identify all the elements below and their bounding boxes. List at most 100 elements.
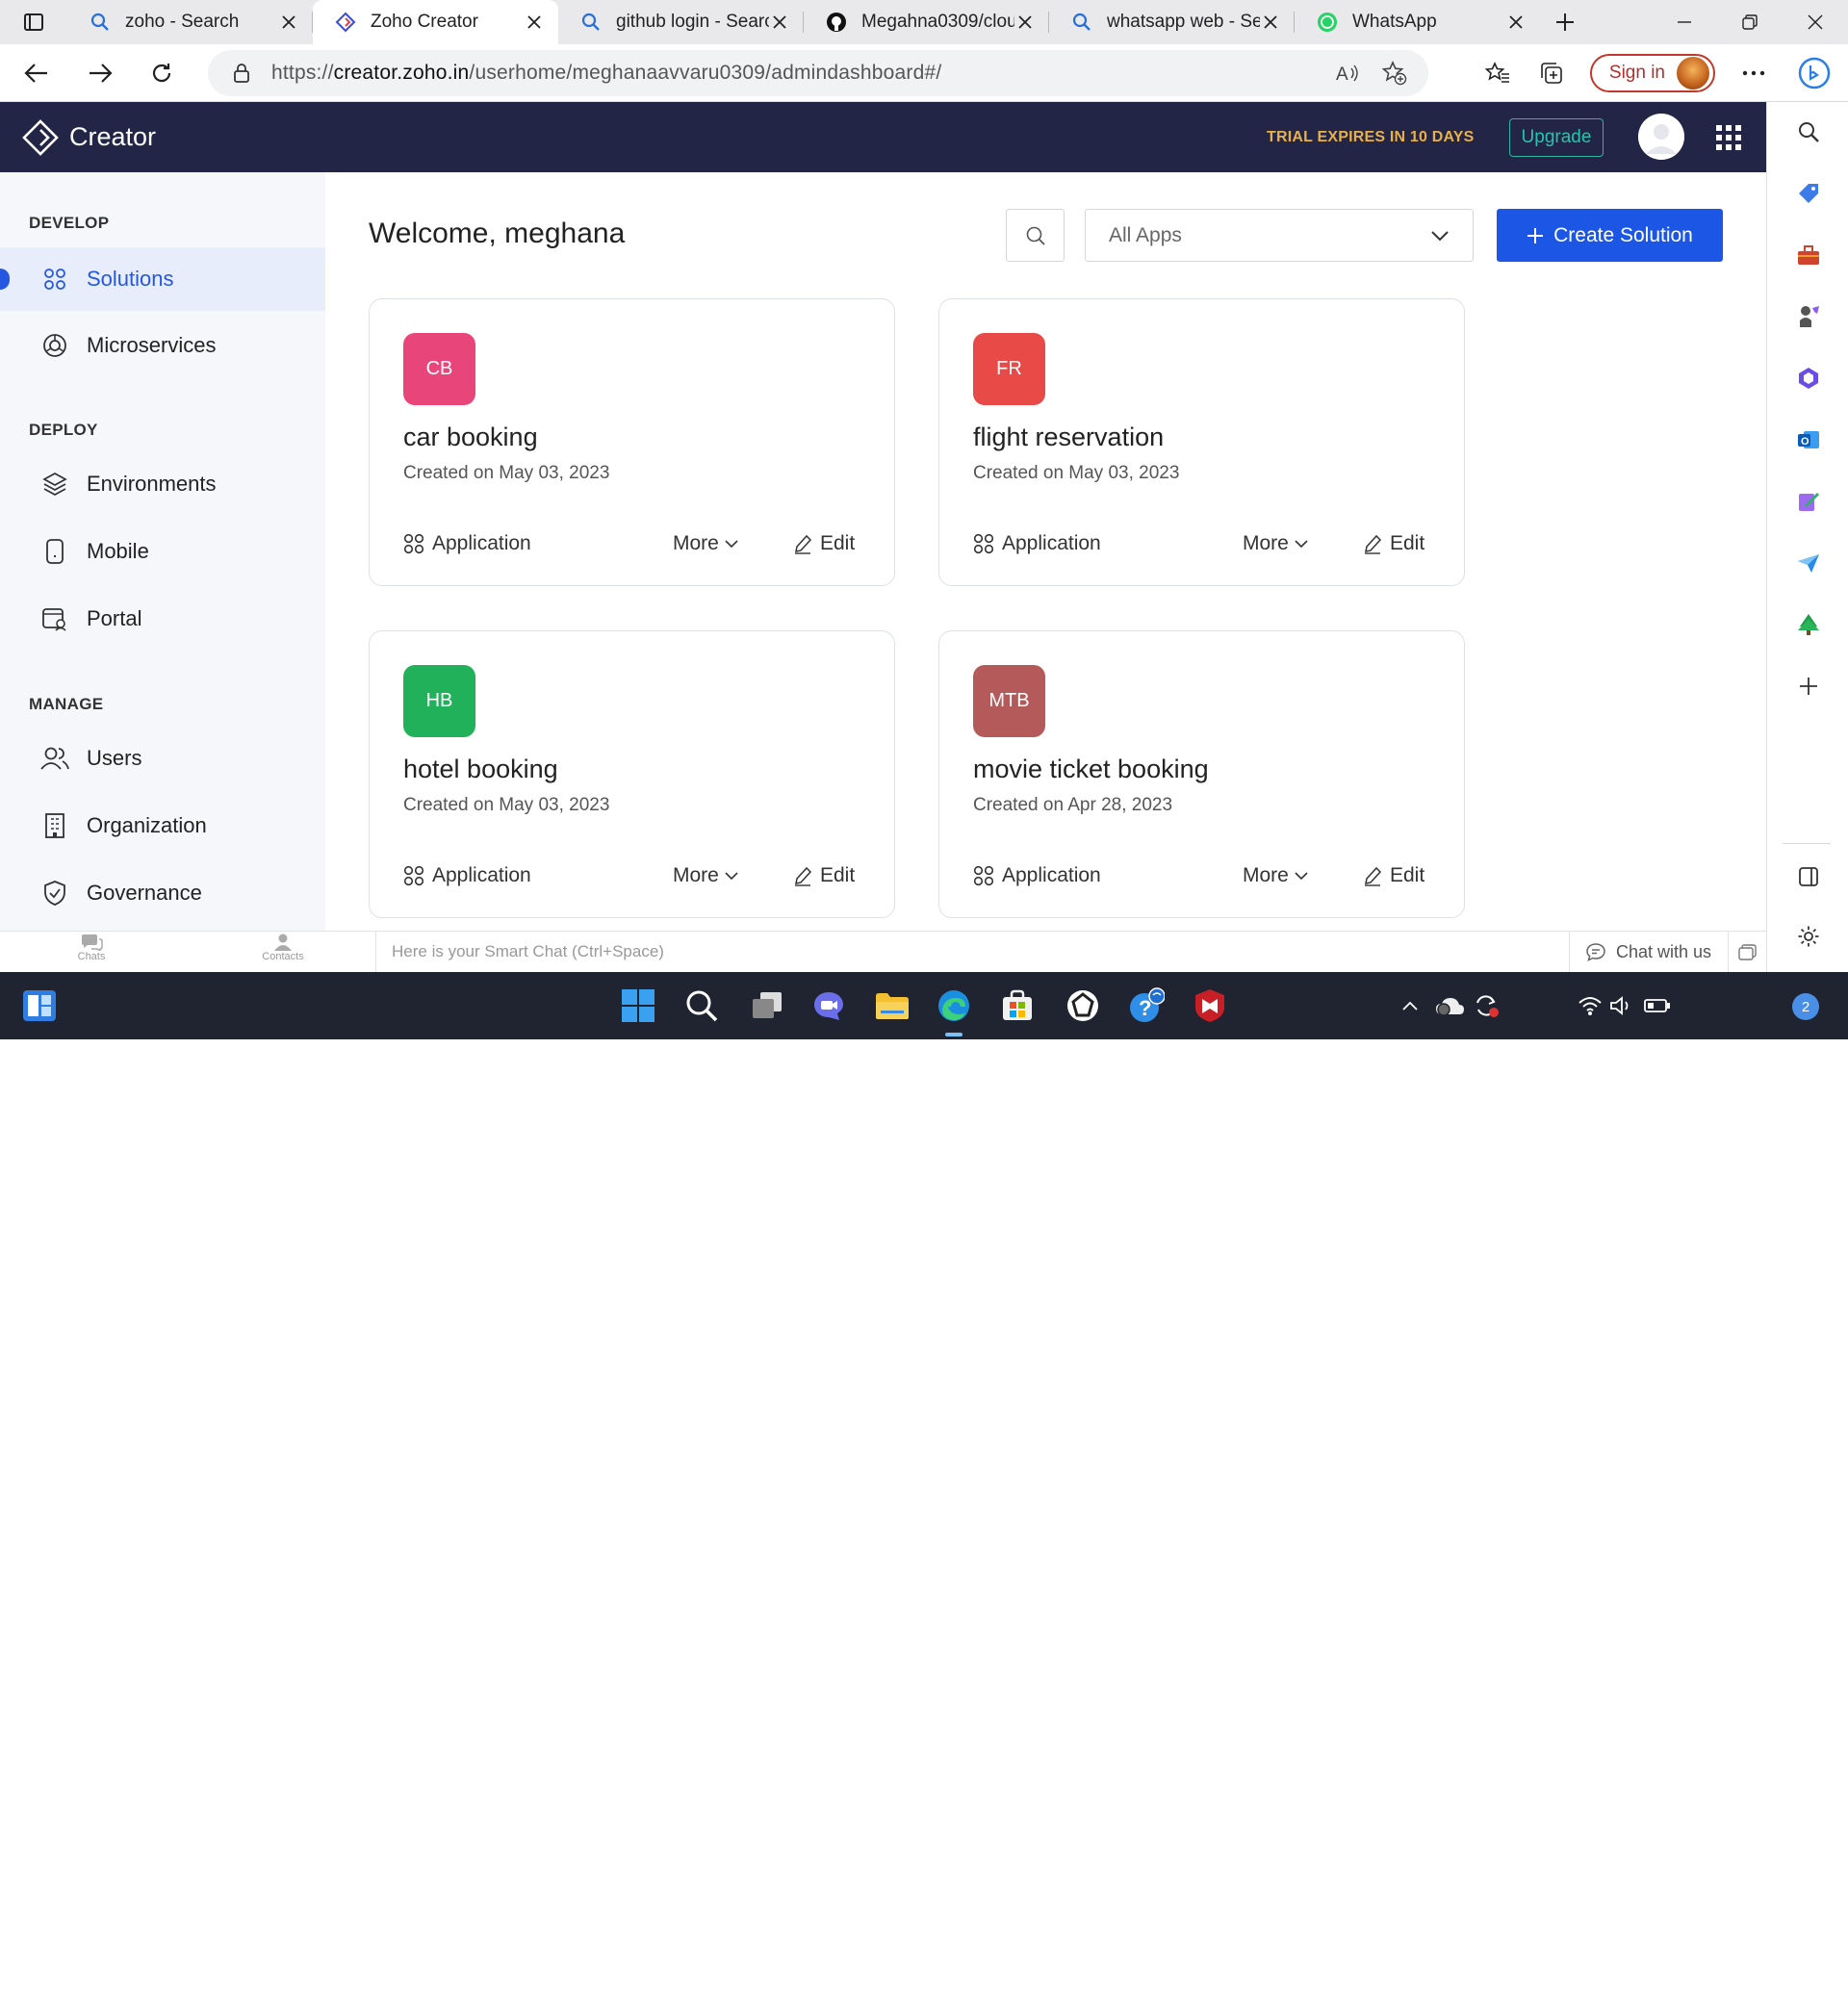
tab-actions-icon [24,13,43,31]
edge-shopping-button[interactable] [1767,171,1848,216]
chat-expand-button[interactable] [1728,932,1766,972]
browser-tab[interactable]: whatsapp web - Search [1049,0,1295,44]
close-icon[interactable] [1260,12,1281,33]
browser-tab[interactable]: zoho - Search [67,0,313,44]
tray-overflow-button[interactable] [1396,984,1424,1028]
file-explorer-button[interactable] [870,984,914,1028]
more-button[interactable]: More [1243,532,1308,555]
trial-notice: TRIAL EXPIRES IN 10 DAYS [1267,128,1475,145]
url-text: https://creator.zoho.in/userhome/meghana… [271,62,942,84]
solution-card[interactable]: FR flight reservation Created on May 03,… [938,298,1465,586]
more-button[interactable]: More [1243,864,1308,887]
solution-card[interactable]: HB hotel booking Created on May 03, 2023… [369,630,895,918]
app-launcher-button[interactable] [1716,125,1741,150]
user-avatar[interactable] [1638,114,1684,160]
sidebar-item-governance[interactable]: Governance [0,861,325,925]
sign-in-button[interactable]: Sign in [1589,54,1715,92]
edge-split-view-button[interactable] [1767,855,1848,899]
sidebar-item-users[interactable]: Users [0,727,325,790]
collections-button[interactable] [1525,50,1578,96]
volume-tray-icon[interactable] [1604,984,1638,1028]
edge-games-button[interactable] [1767,294,1848,339]
edge-tree-button[interactable] [1767,602,1848,647]
close-icon[interactable] [278,12,299,33]
app-filter-select[interactable]: All Apps [1085,209,1474,262]
read-aloud-icon[interactable]: A [1336,63,1361,84]
create-solution-button[interactable]: Create Solution [1497,209,1723,262]
browser-tab[interactable]: github login - Search [558,0,804,44]
close-icon[interactable] [1014,12,1036,33]
favorites-button[interactable] [1471,50,1525,96]
app-pinned-button[interactable] [1061,984,1105,1028]
mcafee-button[interactable] [1188,984,1232,1028]
minimize-button[interactable] [1652,0,1717,44]
sidebar-item-portal[interactable]: Portal [0,587,325,651]
back-button[interactable] [10,50,64,96]
sidebar-item-organization[interactable]: Organization [0,794,325,857]
onedrive-tray-icon[interactable] [1432,984,1467,1028]
smart-chat-input[interactable]: Here is your Smart Chat (Ctrl+Space) [375,932,1569,972]
battery-tray-icon[interactable] [1638,984,1677,1028]
search-button[interactable] [1006,209,1065,262]
edge-send-button[interactable] [1767,541,1848,585]
browser-tab[interactable]: WhatsApp [1295,0,1540,44]
close-icon[interactable] [769,12,790,33]
teams-chat-button[interactable] [807,984,851,1028]
close-window-button[interactable] [1783,0,1848,44]
forward-button[interactable] [73,50,127,96]
edge-add-button[interactable] [1767,664,1848,708]
app-title[interactable]: flight reservation [973,422,1164,452]
more-button[interactable]: More [673,864,738,887]
more-button[interactable]: More [673,532,738,555]
sync-tray-icon[interactable] [1469,984,1503,1028]
browser-tab[interactable]: Megahna0309/cloud [804,0,1049,44]
bing-chat-button[interactable] [1781,50,1848,96]
close-icon[interactable] [1505,12,1527,33]
edge-settings-button[interactable] [1767,914,1848,959]
upgrade-button[interactable]: Upgrade [1509,118,1604,157]
chats-button[interactable]: Chats [48,934,135,962]
sidebar-item-mobile[interactable]: Mobile [0,520,325,583]
sidebar-item-microservices[interactable]: Microservices [0,314,325,377]
app-title[interactable]: hotel booking [403,755,558,784]
creator-logo[interactable]: Creator [21,118,156,157]
solution-card[interactable]: MTB movie ticket booking Created on Apr … [938,630,1465,918]
settings-more-button[interactable] [1727,50,1781,96]
start-button[interactable] [616,984,660,1028]
edge-office-button[interactable] [1767,356,1848,400]
taskbar-search-button[interactable] [680,984,724,1028]
add-favorite-icon[interactable] [1382,61,1407,86]
ms-store-button[interactable] [995,984,1040,1028]
edit-button[interactable]: Edit [1363,532,1424,555]
solution-card[interactable]: CB car booking Created on May 03, 2023 A… [369,298,895,586]
chat-with-us-button[interactable]: Chat with us [1569,932,1728,972]
chevron-up-icon [1402,1001,1418,1011]
edge-tools-button[interactable] [1767,233,1848,277]
edit-button[interactable]: Edit [793,864,855,887]
url-field[interactable]: https://creator.zoho.in/userhome/meghana… [208,50,1428,96]
language-indicator[interactable]: ENG IN [1511,1954,1559,1996]
task-view-button[interactable] [745,984,789,1028]
app-type: Application [973,532,1101,555]
new-tab-button[interactable] [1540,0,1590,44]
edge-search-button[interactable] [1767,110,1848,154]
sidebar-item-environments[interactable]: Environments [0,452,325,516]
close-icon[interactable] [524,12,545,33]
clock[interactable]: 09:55 03-05-2023 [1684,1954,1788,1996]
app-title[interactable]: movie ticket booking [973,755,1209,784]
refresh-button[interactable] [135,50,189,96]
edge-outlook-button[interactable]: O [1767,418,1848,462]
app-title[interactable]: car booking [403,422,538,452]
edit-button[interactable]: Edit [1363,864,1424,887]
sidebar-item-solutions[interactable]: Solutions [0,247,325,311]
edit-button[interactable]: Edit [793,532,855,555]
widgets-button[interactable] [17,984,62,1028]
notification-badge[interactable]: 2 [1792,993,1819,1020]
tab-actions-button[interactable] [0,0,67,44]
restore-button[interactable] [1717,0,1783,44]
edge-designer-button[interactable] [1767,479,1848,524]
edge-taskbar-button[interactable] [932,984,976,1028]
browser-tab-active[interactable]: Zoho Creator [313,0,558,44]
contacts-button[interactable]: Contacts [240,934,326,962]
help-chat-button[interactable]: ? [1124,984,1168,1028]
